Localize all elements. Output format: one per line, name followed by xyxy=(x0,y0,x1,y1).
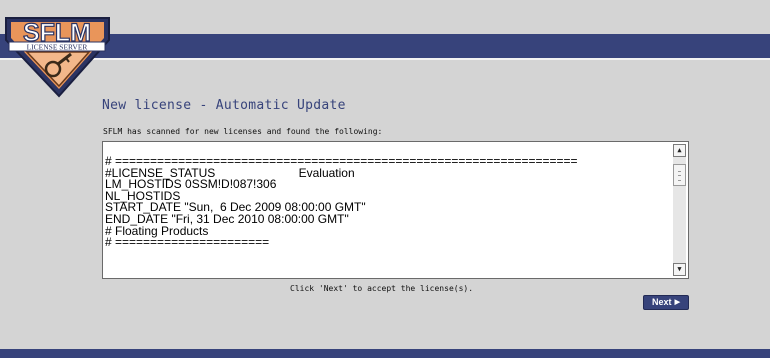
next-button-label: Next xyxy=(652,297,672,307)
license-textarea[interactable]: # ======================================… xyxy=(102,141,689,279)
accept-instruction: Click 'Next' to accept the license(s). xyxy=(290,284,474,293)
header-top-band xyxy=(0,0,770,34)
license-content: # ======================================… xyxy=(105,154,578,250)
next-button[interactable]: Next ▶ xyxy=(643,295,689,310)
scrollbar-thumb[interactable] xyxy=(673,164,686,186)
header-blue-band xyxy=(0,34,770,58)
play-arrow-icon: ▶ xyxy=(674,299,680,306)
page-title: New license - Automatic Update xyxy=(102,98,346,113)
arrow-up-icon[interactable]: ▲ xyxy=(673,144,686,157)
page-subtitle: SFLM has scanned for new licenses and fo… xyxy=(103,127,383,136)
license-scrollbar[interactable]: ▲ ▼ xyxy=(673,144,686,276)
footer-band xyxy=(0,349,770,358)
arrow-down-icon[interactable]: ▼ xyxy=(673,263,686,276)
sflm-logo: SFLM LICENSE SERVER xyxy=(5,17,110,98)
logo-subtext: LICENSE SERVER xyxy=(27,43,88,52)
